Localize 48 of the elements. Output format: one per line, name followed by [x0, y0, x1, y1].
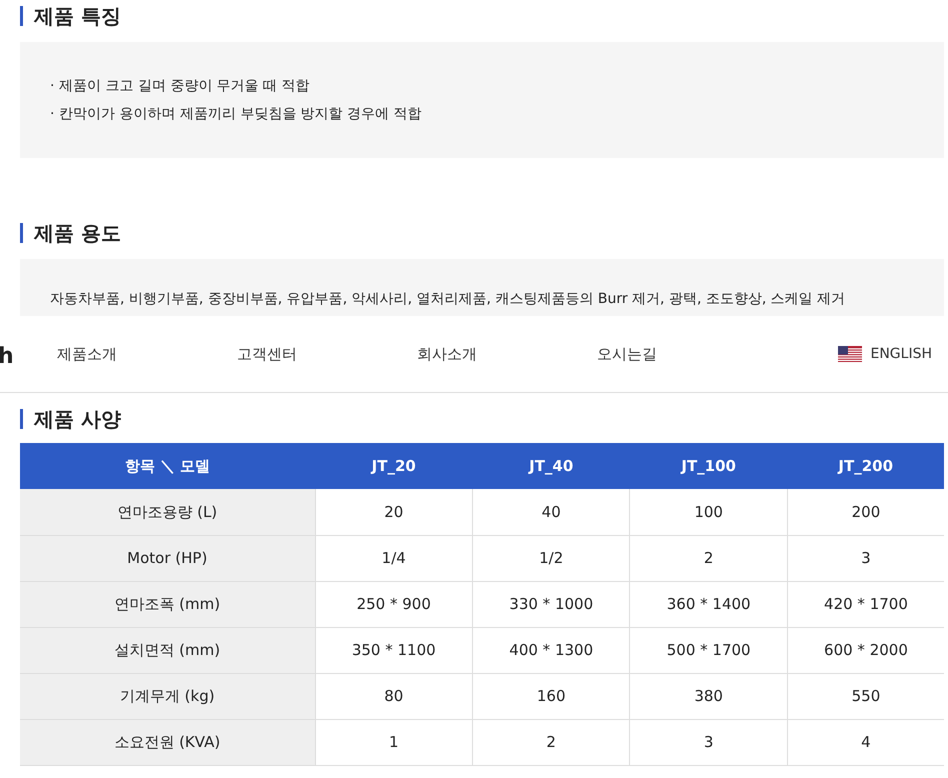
language-link[interactable]: ENGLISH [838, 344, 932, 364]
table-cell: 250 * 900 [315, 581, 472, 627]
table-cell: 3 [787, 535, 944, 581]
table-cell: 100 [630, 489, 788, 535]
table-cell: 550 [787, 673, 944, 719]
table-cell: 360 * 1400 [630, 581, 788, 627]
column-header: JT_20 [315, 443, 472, 489]
flag-icon [838, 346, 862, 362]
feature-text: · 제품이 크고 길며 중량이 무거울 때 적합 [50, 77, 311, 96]
table-cell: 1/2 [472, 535, 630, 581]
section-title: 제품 사양 [20, 409, 944, 429]
row-header: Motor (HP) [20, 535, 315, 581]
column-header: JT_200 [787, 443, 944, 489]
table-cell: 1/4 [315, 535, 472, 581]
column-header: 항목 ＼ 모델 [20, 443, 315, 489]
table-cell: 20 [315, 489, 472, 535]
table-cell: 1 [315, 719, 472, 765]
table-cell: 3 [630, 719, 788, 765]
nav-link[interactable]: 오시는길 [597, 342, 777, 366]
table-cell: 80 [315, 673, 472, 719]
table-cell: 40 [472, 489, 630, 535]
row-header: 연마조용량 (L) [20, 489, 315, 535]
logo-text: h [0, 342, 15, 370]
table-cell: 500 * 1700 [630, 627, 788, 673]
table-cell: 2 [630, 535, 788, 581]
table-cell: 2 [472, 719, 630, 765]
row-header: 연마조폭 (mm) [20, 581, 315, 627]
row-header: 소요전원 (KVA) [20, 719, 315, 765]
table-cell: 200 [787, 489, 944, 535]
table-cell: 4 [787, 719, 944, 765]
table-cell: 330 * 1000 [472, 581, 630, 627]
usage-text: 자동차부품, 비행기부품, 중장비부품, 유압부품, 악세사리, 열처리제품, 캐스팅제품등의 Burr 제거, 광택, 조도향상, 스케일 제거 [50, 290, 846, 309]
table-cell: 160 [472, 673, 630, 719]
nav-link[interactable]: 고객센터 [237, 342, 417, 366]
row-header: 기계무게 (kg) [20, 673, 315, 719]
table-cell: 350 * 1100 [315, 627, 472, 673]
row-header: 설치면적 (mm) [20, 627, 315, 673]
section-title: 제품 용도 [20, 223, 944, 243]
table-cell: 420 * 1700 [787, 581, 944, 627]
nav-link[interactable]: 회사소개 [417, 342, 597, 366]
feature-text: · 칸막이가 용이하며 제품끼리 부딪침을 방지할 경우에 적합 [50, 105, 423, 124]
table-cell: 400 * 1300 [472, 627, 630, 673]
table-cell: 600 * 2000 [787, 627, 944, 673]
column-header: JT_100 [630, 443, 788, 489]
nav-link[interactable]: 제품소개 [57, 342, 237, 366]
section-title: 제품 특징 [20, 6, 944, 26]
column-header: JT_40 [472, 443, 630, 489]
table-cell: 380 [630, 673, 788, 719]
